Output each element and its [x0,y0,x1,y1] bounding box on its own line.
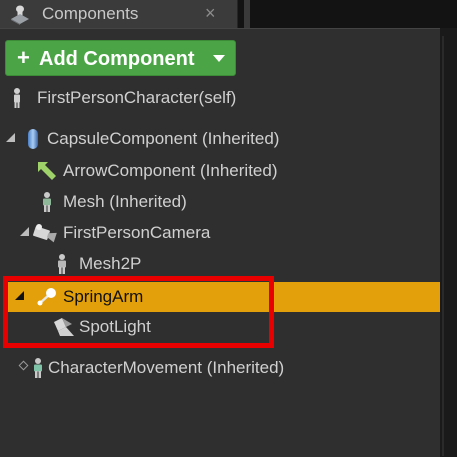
mesh-icon [51,253,73,275]
tree-item-capsule[interactable]: CapsuleComponent (Inherited) [0,124,440,154]
tree-item-label: Mesh2P [79,254,142,273]
plus-icon: + [17,45,30,70]
close-icon[interactable]: × [205,3,216,23]
expander-icon[interactable] [20,227,29,236]
tree-item-mesh2p[interactable]: Mesh2P [0,249,440,279]
tab-strip: Components × [0,0,457,28]
tree-item-character-movement[interactable]: CharacterMovement (Inherited) [0,353,440,383]
components-icon [8,3,32,25]
tree-item-root[interactable]: FirstPersonCharacter(self) [0,83,440,113]
tree-item-arrow[interactable]: ArrowComponent (Inherited) [0,156,440,186]
character-icon [6,87,28,109]
add-component-button[interactable]: + Add Component [5,40,236,76]
tree-item-mesh[interactable]: Mesh (Inherited) [0,187,440,217]
tree-item-label: CharacterMovement (Inherited) [48,358,285,377]
tab-components[interactable]: Components × [0,0,238,28]
tree-item-label: FirstPersonCamera [63,223,211,242]
expander-icon[interactable] [6,133,15,142]
tree-item-springarm[interactable]: SpringArm [8,282,440,312]
capsule-icon [22,128,44,150]
arrow-icon [36,160,58,182]
mesh-icon [36,191,58,213]
tree-item-label: SpringArm [63,287,144,306]
tab-title: Components [42,4,139,23]
tree-item-label: Mesh (Inherited) [63,192,187,211]
panel-gutter [440,28,457,457]
spring-arm-icon [36,286,58,308]
tree-item-label: ArrowComponent (Inherited) [63,161,278,180]
divider [442,36,444,456]
tree-item-label: CapsuleComponent (Inherited) [47,129,280,148]
tree-item-label: FirstPersonCharacter(self) [37,88,237,107]
tab-divider [244,0,250,28]
character-movement-icon [27,357,49,379]
expander-icon[interactable] [15,291,24,300]
add-component-label: Add Component [39,48,195,70]
tree-item-spotlight[interactable]: SpotLight [0,312,440,342]
spotlight-icon [52,316,74,338]
tree-item-label: SpotLight [79,317,151,336]
chevron-down-icon [213,55,225,62]
camera-icon [33,222,57,244]
tree-item-camera[interactable]: FirstPersonCamera [0,218,440,248]
